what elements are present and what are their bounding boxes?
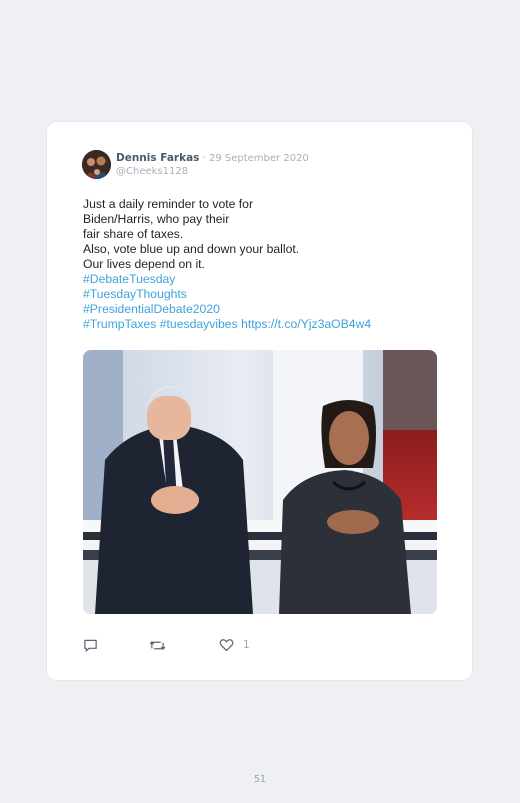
retweet-icon — [149, 640, 166, 650]
hashtag-trump-taxes[interactable]: #TrumpTaxes — [83, 317, 156, 331]
tweet-photo[interactable] — [83, 350, 437, 614]
tweet-text-line: Biden/Harris, who pay their — [83, 212, 230, 226]
retweet-button[interactable] — [149, 636, 166, 654]
tweet-text-line: Just a daily reminder to vote for — [83, 197, 254, 211]
tweet-text-line: fair share of taxes. — [83, 227, 184, 241]
hashtag-debate-tuesday[interactable]: #DebateTuesday — [83, 272, 175, 286]
avatar-image — [82, 150, 111, 179]
tweet-text-line: Our lives depend on it. — [83, 257, 205, 271]
tweet-text: Just a daily reminder to vote for Biden/… — [83, 197, 443, 332]
page-number: 51 — [253, 774, 267, 785]
like-button[interactable]: 1 — [219, 636, 250, 654]
tweet-card: Dennis Farkas · 29 September 2020 @Cheek… — [47, 122, 472, 680]
tweet-link[interactable]: https://t.co/Yjz3aOB4w4 — [241, 317, 371, 331]
hashtag-tuesday-thoughts[interactable]: #TuesdayThoughts — [83, 287, 187, 301]
tweet-photo-image — [83, 350, 437, 614]
tweet-actions: 1 — [83, 636, 383, 656]
tweet-text-line: Also, vote blue up and down your ballot. — [83, 242, 300, 256]
tweet-date[interactable]: 29 September 2020 — [209, 153, 309, 164]
hashtag-tuesday-vibes[interactable]: #tuesdayvibes — [160, 317, 238, 331]
hashtag-presidential-debate[interactable]: #PresidentialDebate2020 — [83, 302, 220, 316]
reply-button[interactable] — [83, 636, 98, 654]
heart-icon — [219, 639, 234, 652]
like-count: 1 — [243, 639, 250, 651]
author-line: Dennis Farkas · 29 September 2020 — [116, 152, 309, 164]
author-handle[interactable]: @Cheeks1128 — [116, 166, 188, 177]
author-name[interactable]: Dennis Farkas — [116, 152, 199, 164]
meta-separator: · — [199, 153, 209, 164]
avatar[interactable] — [82, 150, 111, 179]
reply-icon — [84, 639, 97, 652]
